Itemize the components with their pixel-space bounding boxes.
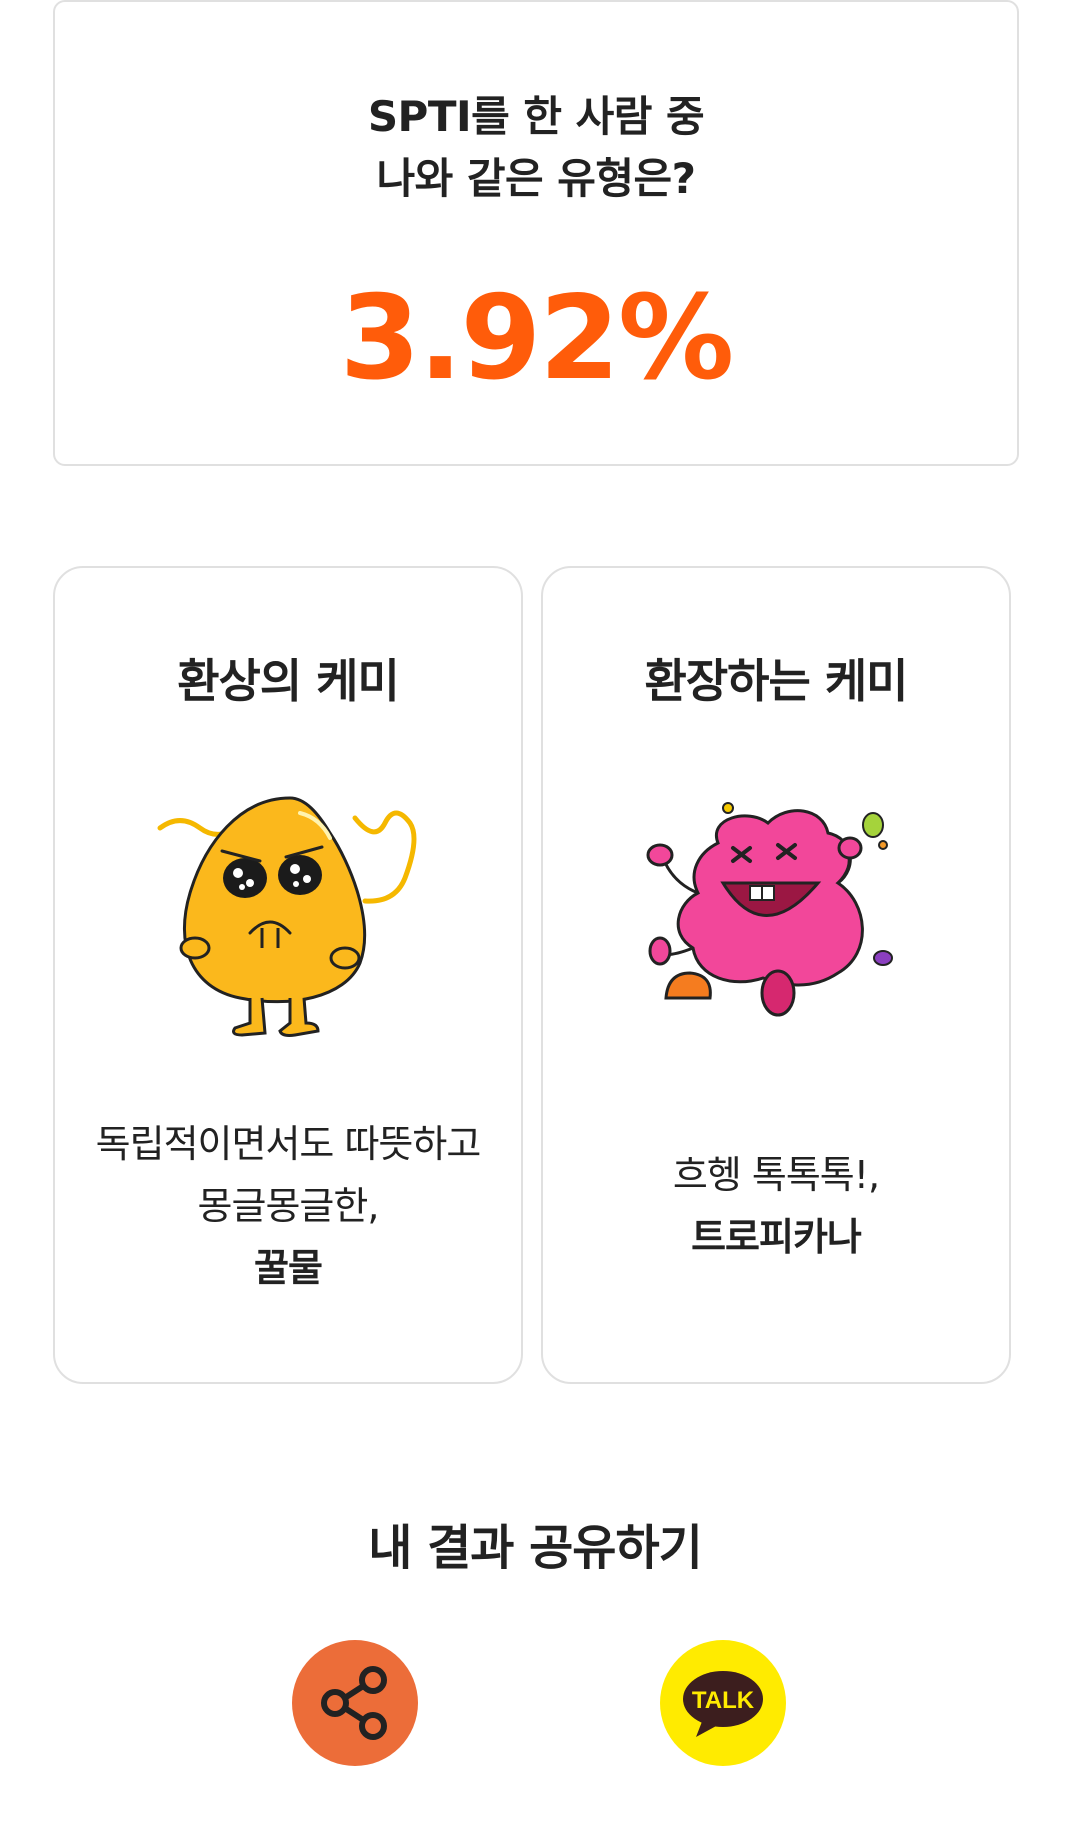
good-chemistry-description: 독립적이면서도 따뜻하고 몽글몽글한, 꿀물: [55, 1113, 521, 1299]
share-icon: [321, 1666, 387, 1740]
stat-percent: 3.92%: [339, 271, 734, 406]
share-link-button[interactable]: [292, 1640, 418, 1766]
stat-question-line1: SPTI를 한 사람 중: [367, 92, 705, 141]
good-chemistry-card[interactable]: 환상의 케미 독립적이면서도 따뜻하고 몽글몽글한, 꿀물: [53, 566, 523, 1384]
stat-card: SPTI를 한 사람 중 나와 같은 유형은? 3.92%: [53, 0, 1019, 466]
good-chemistry-desc-line1: 독립적이면서도 따뜻하고: [95, 1122, 482, 1166]
good-chemistry-name: 꿀물: [254, 1246, 323, 1290]
kakao-share-button[interactable]: TALK: [660, 1640, 786, 1766]
share-title: 내 결과 공유하기: [368, 1520, 703, 1576]
honey-character-icon: [157, 796, 417, 1037]
good-chemistry-desc-line2: 몽글몽글한,: [197, 1184, 380, 1228]
bad-chemistry-name: 트로피카나: [691, 1215, 862, 1259]
stat-question: SPTI를 한 사람 중 나와 같은 유형은?: [55, 86, 1017, 210]
bad-chemistry-desc-line1: 흐헹 톡톡톡!,: [672, 1153, 880, 1197]
good-chemistry-title: 환상의 케미: [177, 654, 400, 708]
bad-chemistry-card[interactable]: 환장하는 케미 흐헹 톡톡톡!, 트로피카나: [541, 566, 1011, 1384]
bad-chemistry-description: 흐헹 톡톡톡!, 트로피카나: [543, 1144, 1009, 1268]
stat-question-line2: 나와 같은 유형은?: [376, 154, 696, 203]
kakao-talk-label: TALK: [692, 1687, 755, 1714]
bad-chemistry-title: 환장하는 케미: [644, 654, 909, 708]
tropical-jelly-character-icon: [646, 802, 893, 1017]
kakao-talk-icon: TALK: [683, 1671, 763, 1737]
